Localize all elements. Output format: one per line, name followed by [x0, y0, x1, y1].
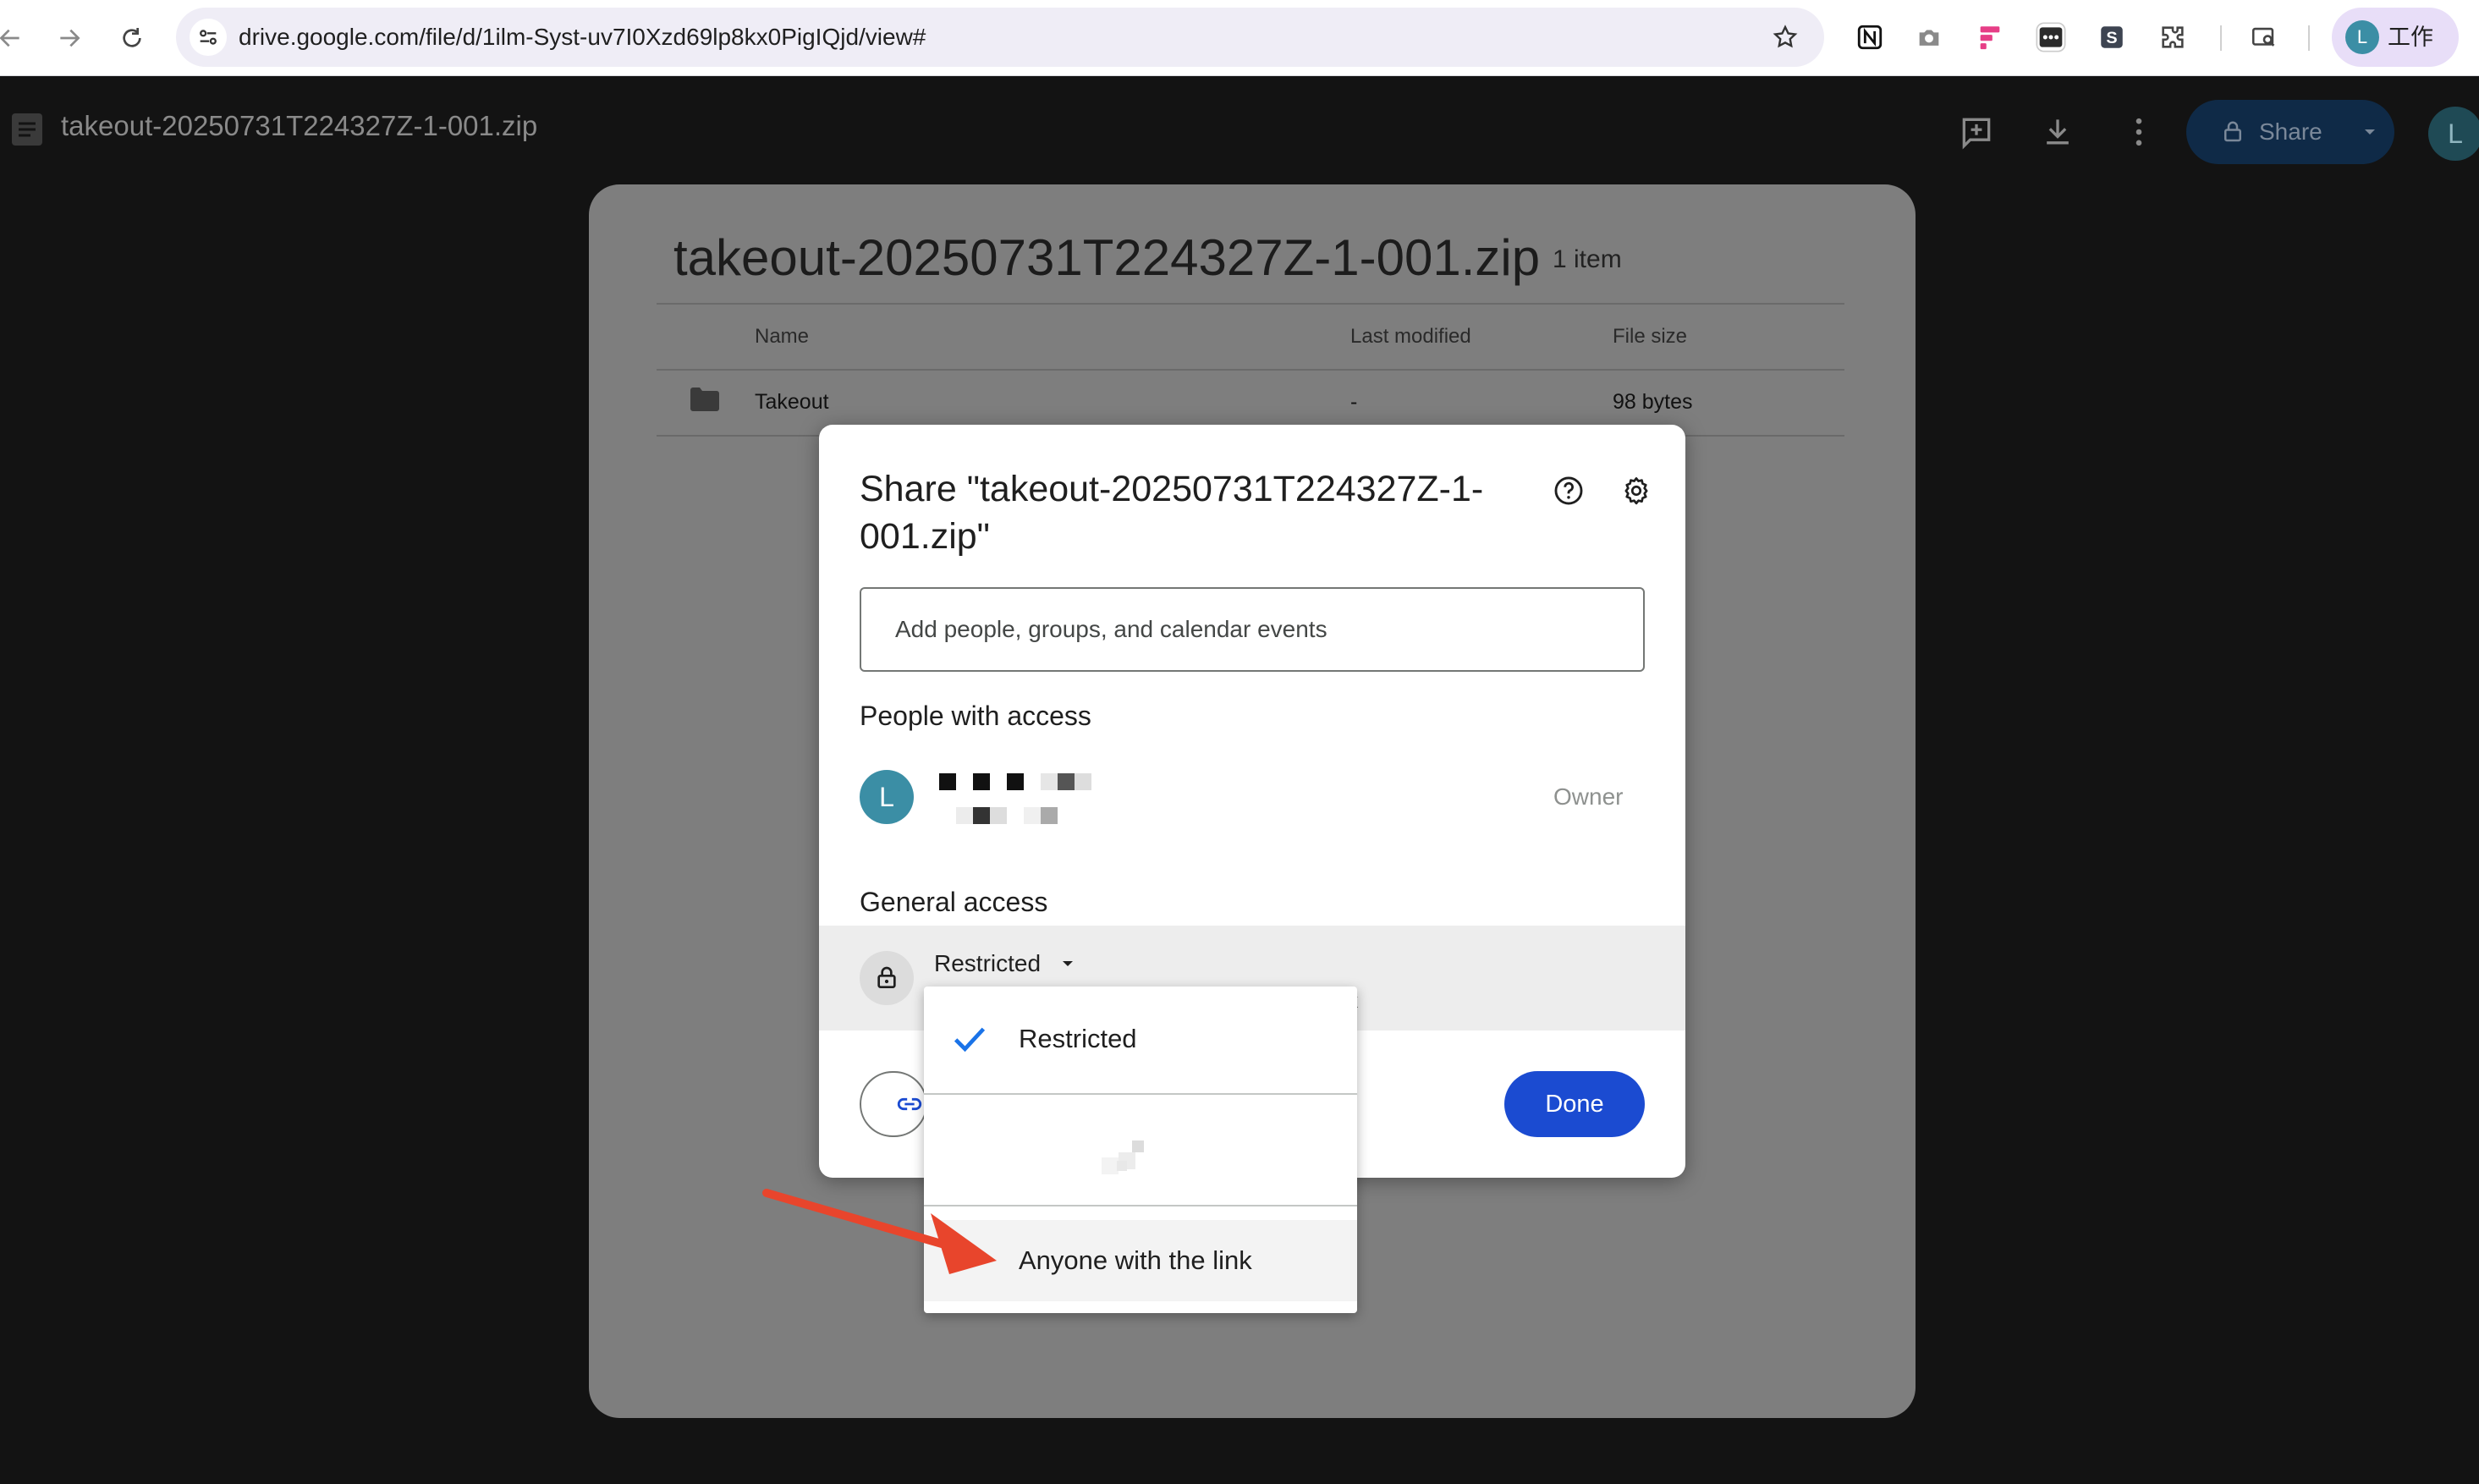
site-info-icon[interactable] — [190, 19, 227, 56]
add-comment-icon[interactable] — [1953, 108, 2000, 156]
general-access-menu: Restricted Anyone with the link — [924, 987, 1357, 1313]
puzzle-extensions-icon[interactable] — [2152, 17, 2193, 58]
file-type-icon — [12, 113, 42, 146]
caret-down-icon — [2361, 124, 2378, 140]
camera-icon[interactable] — [1909, 17, 1949, 58]
access-value: Restricted — [934, 950, 1042, 976]
url-text[interactable]: drive.google.com/file/d/1ilm-Syst-uv7I0X… — [239, 8, 926, 67]
people-with-access-heading: People with access — [860, 701, 1091, 731]
menu-item-anyone-with-link[interactable]: Anyone with the link — [924, 1220, 1357, 1301]
copy-link-button[interactable] — [860, 1071, 927, 1137]
figma-icon[interactable] — [1970, 17, 2010, 58]
bookmark-star-icon[interactable] — [1767, 19, 1804, 56]
more-dots-extension-icon[interactable] — [2031, 17, 2071, 58]
zip-item-count: 1 item — [1553, 245, 1622, 273]
forward-icon[interactable] — [51, 19, 88, 57]
column-header-file-size: File size — [1613, 325, 1688, 348]
row-name: Takeout — [755, 390, 829, 414]
notion-icon[interactable] — [1850, 17, 1890, 58]
column-header-last-modified: Last modified — [1350, 325, 1471, 348]
menu-item-restricted[interactable]: Restricted — [924, 987, 1357, 1091]
menu-item-label: Restricted — [1019, 1024, 1137, 1053]
link-icon — [895, 1090, 924, 1118]
toolbar-divider — [2220, 25, 2222, 51]
share-split-button: Share — [2186, 100, 2394, 164]
menu-divider — [924, 1205, 1357, 1206]
svg-text:S: S — [2106, 29, 2117, 47]
tab-search-icon[interactable] — [2244, 17, 2284, 58]
reload-icon[interactable] — [113, 19, 151, 57]
share-options-dropdown[interactable] — [2345, 100, 2394, 164]
dialog-title: Share "takeout-20250731T224327Z-1-001.zi… — [860, 469, 1484, 557]
share-label: Share — [2259, 118, 2322, 145]
toolbar-divider — [2308, 25, 2310, 51]
lock-icon — [860, 951, 914, 1005]
lock-icon — [2220, 119, 2245, 145]
general-access-select[interactable]: Restricted — [934, 944, 1076, 983]
folder-icon — [690, 387, 719, 411]
profile-button[interactable]: L 工作 — [2332, 8, 2459, 67]
download-icon[interactable] — [2034, 108, 2081, 156]
column-header-name: Name — [755, 325, 810, 348]
account-avatar[interactable]: L — [2428, 107, 2479, 161]
settings-gear-icon[interactable] — [1618, 472, 1655, 509]
drive-viewer-header: takeout-20250731T224327Z-1-001.zip Share… — [0, 76, 2479, 186]
back-icon[interactable] — [0, 19, 29, 57]
check-icon — [951, 1022, 988, 1056]
done-button[interactable]: Done — [1504, 1071, 1645, 1137]
s-extension-icon[interactable]: S — [2091, 17, 2132, 58]
help-icon[interactable] — [1550, 472, 1587, 509]
menu-item-label: Anyone with the link — [1019, 1245, 1252, 1275]
more-options-icon[interactable] — [2115, 108, 2163, 156]
profile-avatar: L — [2345, 20, 2379, 54]
browser-toolbar: drive.google.com/file/d/1ilm-Syst-uv7I0X… — [0, 0, 2479, 76]
zip-title: takeout-20250731T224327Z-1-001.zip — [673, 229, 1541, 286]
caret-down-icon — [1059, 955, 1076, 972]
menu-item-redacted[interactable] — [924, 1095, 1357, 1203]
owner-role: Owner — [1553, 783, 1624, 810]
divider — [657, 369, 1844, 371]
owner-avatar: L — [860, 770, 914, 824]
add-people-input[interactable] — [860, 587, 1645, 672]
divider — [657, 303, 1844, 305]
profile-name: 工作 — [2388, 25, 2433, 50]
viewer-file-name: takeout-20250731T224327Z-1-001.zip — [61, 110, 538, 141]
address-bar[interactable]: drive.google.com/file/d/1ilm-Syst-uv7I0X… — [176, 8, 1824, 67]
row-size: 98 bytes — [1613, 390, 1693, 414]
row-modified: - — [1350, 390, 1358, 414]
share-button[interactable]: Share — [2186, 100, 2344, 164]
general-access-heading: General access — [860, 887, 1048, 917]
